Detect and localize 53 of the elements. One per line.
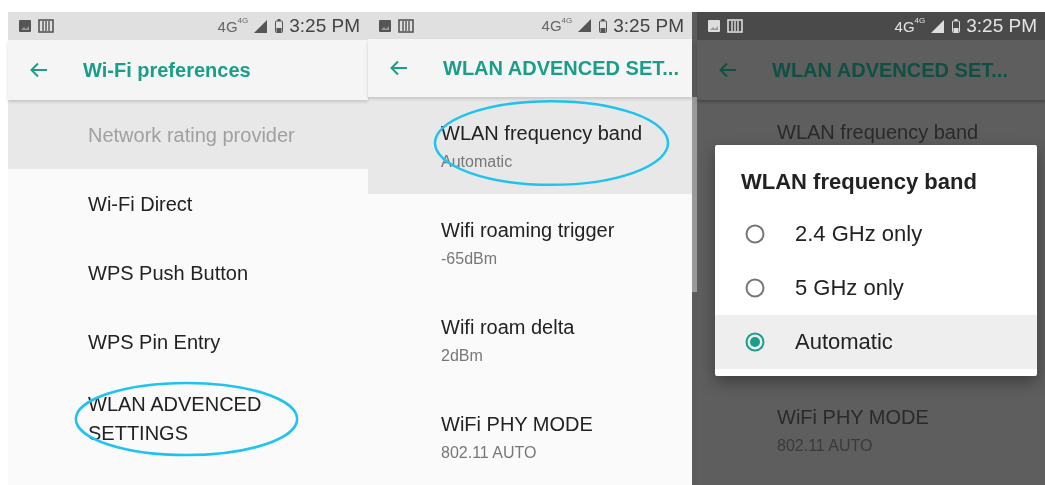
image-icon	[707, 19, 721, 33]
screen-title: WLAN ADVENCED SET...	[443, 56, 679, 80]
image-icon	[378, 18, 392, 33]
settings-row[interactable]: Wi-Fi Direct	[8, 169, 368, 238]
row-title: Network rating provider	[88, 122, 296, 147]
row-summary: 2dBm	[441, 346, 484, 365]
network-type: 4G	[541, 17, 562, 34]
image-icon	[18, 19, 32, 33]
row-summary: -65dBm	[441, 249, 499, 268]
battery-icon	[275, 19, 284, 33]
sim-card-icon	[727, 19, 743, 33]
scrollbar-thumb[interactable]	[692, 97, 697, 292]
battery-icon	[599, 18, 608, 33]
status-time: 3:25 PM	[289, 15, 360, 37]
row-title: WPS Push Button	[88, 260, 250, 285]
back-arrow-icon[interactable]	[30, 62, 48, 78]
row-title: Wifi roam delta	[441, 314, 576, 339]
screen-title: Wi-Fi preferences	[83, 58, 251, 82]
row-title: WiFi PHY MODE	[441, 411, 594, 436]
network-superscript: 4G	[914, 16, 926, 25]
settings-row[interactable]: Wifi roaming trigger -65dBm	[368, 194, 692, 291]
radio-button[interactable]	[745, 278, 765, 298]
network-type: 4G	[894, 17, 915, 35]
screen-title: WLAN ADVENCED SET...	[772, 58, 1008, 82]
settings-row[interactable]: Wifi roam delta 2dBm	[368, 291, 692, 388]
status-time: 3:25 PM	[613, 14, 684, 37]
dialog-title: WLAN frequency band	[740, 169, 978, 195]
radio-button[interactable]	[745, 332, 765, 352]
settings-row[interactable]: WPS Pin Entry	[8, 307, 368, 376]
sim-card-icon	[398, 18, 414, 33]
battery-icon	[952, 19, 961, 33]
radio-button[interactable]	[745, 224, 765, 244]
network-superscript: 4G	[237, 16, 249, 25]
row-title: WLAN frequency band	[441, 120, 644, 145]
network-type: 4G	[217, 17, 238, 35]
radio-option[interactable]: 5 GHz only	[715, 261, 1037, 315]
radio-option[interactable]: Automatic	[715, 315, 1037, 369]
signal-icon	[254, 19, 268, 33]
signal-icon	[931, 19, 945, 33]
back-arrow-icon[interactable]	[390, 60, 408, 76]
row-title: WLAN ADVENCED SETTINGS	[88, 392, 263, 446]
row-summary: 802.11 AUTO	[441, 443, 538, 462]
row-title: WPS Pin Entry	[88, 329, 222, 354]
sim-card-icon	[38, 19, 54, 33]
settings-row[interactable]: WLAN ADVENCED SETTINGS	[8, 376, 368, 470]
row-title: Wifi roaming trigger	[441, 217, 616, 242]
network-superscript: 4G	[561, 16, 573, 25]
status-time: 3:25 PM	[966, 15, 1037, 37]
row-title: Wi-Fi Direct	[88, 191, 194, 216]
signal-icon	[578, 19, 592, 32]
settings-row[interactable]: WPS Push Button	[8, 238, 368, 307]
radio-option[interactable]: 2.4 GHz only	[715, 207, 1037, 261]
settings-row[interactable]: WiFi PHY MODE 802.11 AUTO	[368, 388, 692, 485]
